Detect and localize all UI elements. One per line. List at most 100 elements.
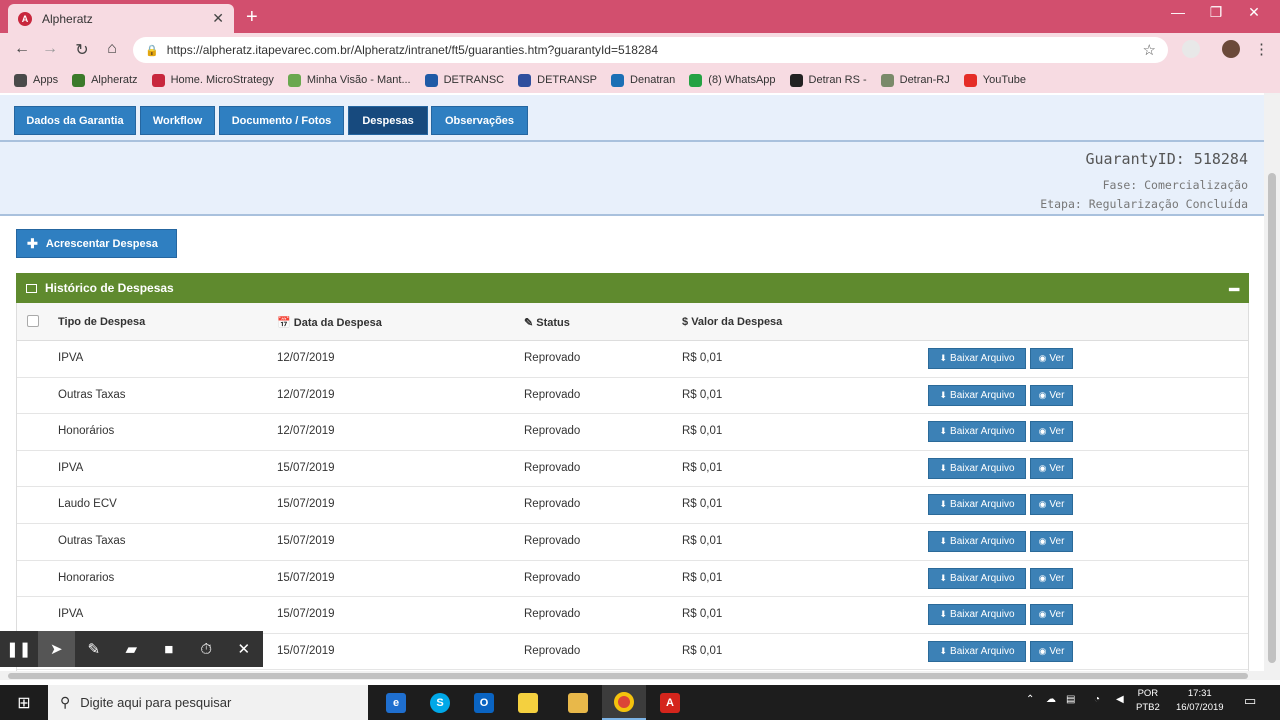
close-recorder-icon[interactable]: ✕	[225, 631, 263, 667]
bookmark-item[interactable]: (8) WhatsApp	[689, 73, 776, 87]
select-all-checkbox[interactable]	[27, 315, 39, 327]
camera-icon[interactable]: ■	[150, 631, 188, 667]
acrobat-icon[interactable]: A	[648, 685, 692, 720]
add-expense-button[interactable]: ✚ Acrescentar Despesa	[16, 229, 177, 258]
bookmark-item[interactable]: Home. MicroStrategy	[151, 73, 274, 87]
download-file-button[interactable]: ⬇ Baixar Arquivo	[928, 604, 1026, 626]
horizontal-scrollbar[interactable]	[0, 671, 1264, 680]
tab-dados-da-garantia[interactable]: Dados da Garantia	[14, 106, 136, 135]
taskbar-search[interactable]: ⚲ Digite aqui para pesquisar	[48, 685, 368, 720]
skype-icon[interactable]: S	[418, 685, 462, 720]
download-file-button[interactable]: ⬇ Baixar Arquivo	[928, 640, 1026, 662]
dollar-icon: $	[682, 316, 689, 328]
plus-icon: ✚	[27, 235, 38, 251]
bookmark-item[interactable]: DETRANSC	[424, 73, 504, 87]
close-tab-icon[interactable]: ✕	[212, 10, 224, 27]
timer-icon[interactable]: ⏱	[188, 631, 226, 667]
menu-kebab-icon[interactable]: ⋮	[1254, 40, 1269, 58]
close-window-icon[interactable]: ✕	[1232, 4, 1276, 21]
bookmark-item[interactable]: Denatran	[611, 73, 675, 87]
file-explorer-icon[interactable]	[556, 685, 600, 720]
address-bar[interactable]: 🔒 https://alpheratz.itapevarec.com.br/Al…	[133, 37, 1168, 63]
collapse-icon[interactable]: ━	[1229, 280, 1239, 300]
browser-tab[interactable]: A Alpheratz ✕	[8, 4, 234, 33]
network-icon[interactable]: ☁	[1046, 694, 1056, 705]
view-button[interactable]: ◉ Ver	[1030, 640, 1073, 662]
download-file-button[interactable]: ⬇ Baixar Arquivo	[928, 457, 1026, 479]
bookmark-label: Detran RS -	[808, 74, 867, 86]
chrome-icon[interactable]	[602, 685, 646, 720]
bookmark-favicon-icon	[963, 73, 977, 87]
view-button[interactable]: ◉ Ver	[1030, 531, 1073, 552]
clock[interactable]: 17:31 16/07/2019	[1176, 687, 1224, 715]
view-button[interactable]: ◉ Ver	[1030, 348, 1073, 369]
table-row: Honorarios 15/07/2019 Reprovado R$ 0,01 ⬇ Bai…	[17, 561, 1248, 598]
cell-tipo: IPVA	[58, 608, 84, 621]
download-icon: ⬇	[939, 609, 948, 620]
cell-valor: R$ 0,01	[682, 498, 723, 511]
url-text: https://alpheratz.itapevarec.com.br/Alph…	[166, 43, 658, 57]
reload-icon[interactable]: ↻	[72, 40, 92, 60]
bookmark-item[interactable]: Detran RS -	[789, 73, 867, 87]
download-file-button[interactable]: ⬇ Baixar Arquivo	[928, 384, 1026, 406]
bookmark-item[interactable]: Minha Visão - Mant...	[287, 73, 411, 87]
forward-icon[interactable]: →	[40, 40, 60, 58]
header-status[interactable]: ✎ Status	[524, 316, 570, 329]
pen-icon[interactable]: ✎	[75, 631, 113, 667]
pause-icon[interactable]: ❚❚	[0, 631, 38, 667]
bookmark-label: Home. MicroStrategy	[170, 74, 274, 86]
view-button[interactable]: ◉ Ver	[1030, 567, 1073, 589]
cell-valor: R$ 0,01	[682, 608, 723, 621]
download-label: Baixar Arquivo	[950, 499, 1015, 511]
header-valor[interactable]: $ Valor da Despesa	[682, 316, 782, 328]
search-placeholder: Digite aqui para pesquisar	[80, 695, 232, 710]
cell-valor: R$ 0,01	[682, 571, 723, 584]
cell-data: 12/07/2019	[277, 388, 335, 401]
bookmark-item[interactable]: Apps	[14, 73, 58, 87]
cursor-icon[interactable]: ➤	[37, 631, 75, 667]
tab-observacoes[interactable]: Observações	[431, 106, 528, 135]
tray-chevron-icon[interactable]: ⌃	[1026, 694, 1034, 705]
bookmark-item[interactable]: Detran-RJ	[880, 73, 950, 87]
panel-title: Histórico de Despesas	[45, 281, 174, 295]
tab-workflow[interactable]: Workflow	[140, 106, 215, 135]
language-indicator[interactable]: POR PTB2	[1136, 687, 1160, 715]
back-icon[interactable]: ←	[12, 40, 32, 58]
download-file-button[interactable]: ⬇ Baixar Arquivo	[928, 531, 1026, 552]
download-file-button[interactable]: ⬇ Baixar Arquivo	[928, 421, 1026, 443]
notifications-icon[interactable]: ▭	[1244, 693, 1256, 709]
header-tipo[interactable]: Tipo de Despesa	[58, 316, 145, 328]
bookmark-item[interactable]: Alpheratz	[72, 73, 138, 87]
extension-icon[interactable]	[1182, 40, 1200, 58]
view-button[interactable]: ◉ Ver	[1030, 494, 1073, 516]
wifi-icon[interactable]: ◔	[1094, 694, 1100, 705]
bookmark-favicon-icon	[518, 73, 532, 87]
download-file-button[interactable]: ⬇ Baixar Arquivo	[928, 494, 1026, 516]
view-label: Ver	[1049, 609, 1065, 621]
outlook-icon[interactable]: O	[462, 685, 506, 720]
download-file-button[interactable]: ⬇ Baixar Arquivo	[928, 567, 1026, 589]
profile-avatar-icon[interactable]	[1222, 40, 1240, 58]
eraser-icon[interactable]: ▰	[113, 631, 151, 667]
view-button[interactable]: ◉ Ver	[1030, 604, 1073, 626]
sticky-notes-icon[interactable]	[506, 685, 550, 720]
download-label: Baixar Arquivo	[950, 609, 1015, 621]
vertical-scrollbar[interactable]	[1264, 93, 1280, 680]
tab-documento-fotos[interactable]: Documento / Fotos	[219, 106, 344, 135]
download-file-button[interactable]: ⬇ Baixar Arquivo	[928, 348, 1026, 369]
volume-icon[interactable]: ◀	[1116, 694, 1124, 705]
home-icon[interactable]: ⌂	[102, 40, 122, 58]
view-button[interactable]: ◉ Ver	[1030, 421, 1073, 443]
bookmark-star-icon[interactable]: ☆	[1143, 41, 1156, 59]
header-data[interactable]: 📅 Data da Despesa	[277, 316, 382, 329]
view-button[interactable]: ◉ Ver	[1030, 384, 1073, 406]
windows-start-icon[interactable]: ⊞	[0, 685, 48, 720]
tab-despesas[interactable]: Despesas	[348, 106, 428, 135]
edge-icon[interactable]: e	[374, 685, 418, 720]
new-tab-icon[interactable]: +	[246, 6, 258, 29]
bookmark-item[interactable]: DETRANSP	[518, 73, 597, 87]
view-button[interactable]: ◉ Ver	[1030, 457, 1073, 479]
bookmark-item[interactable]: YouTube	[963, 73, 1026, 87]
pencil-icon: ✎	[524, 317, 534, 329]
printer-icon[interactable]: ▤	[1066, 694, 1075, 705]
